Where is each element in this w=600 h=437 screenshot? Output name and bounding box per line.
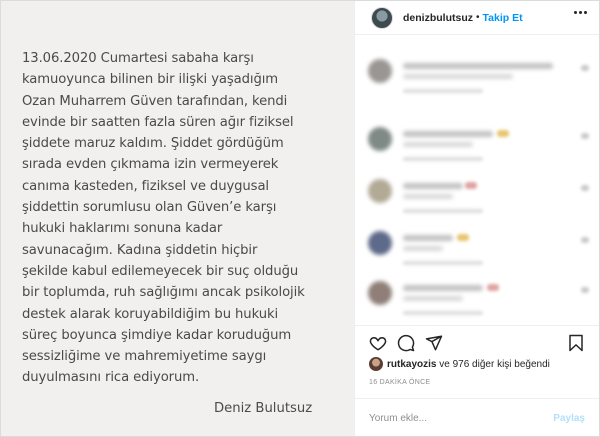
- statement-line: 13.06.2020 Cumartesi sabaha karşı: [22, 51, 254, 66]
- post-image[interactable]: 13.06.2020 Cumartesi sabaha karşı kamuoyu…: [1, 1, 355, 436]
- heart-icon[interactable]: [369, 334, 387, 352]
- post-header: denizbulutsuz • Takip Et: [355, 1, 599, 35]
- comment-item: [365, 57, 591, 101]
- more-horizontal-icon[interactable]: [574, 11, 587, 14]
- statement-line: savunacağım. Kadına şiddetin hiçbir: [22, 242, 258, 258]
- comment-composer: Paylaş: [355, 398, 599, 437]
- comment-heart-icon[interactable]: [581, 185, 589, 191]
- comments-list: [355, 35, 599, 325]
- statement-line: sırada evden çıkmama izin vermeyerek: [22, 157, 279, 173]
- statement-line: evinde bir saatten fazla süren ağır fizi…: [22, 114, 294, 130]
- statement-line: kamuoyunca bilinen bir ilişki yaşadığım: [22, 72, 279, 88]
- share-button[interactable]: Paylaş: [553, 413, 585, 424]
- instagram-post: 13.06.2020 Cumartesi sabaha karşı kamuoyu…: [0, 0, 600, 437]
- comment-input[interactable]: [369, 413, 554, 424]
- comment-item: [365, 229, 591, 273]
- statement-line: şiddettin sorumlusu olan Güven’e karşı: [22, 200, 277, 216]
- likes-summary: rutkayozis ve 976 diğer kişi beğendi: [369, 357, 550, 371]
- comment-icon[interactable]: [397, 334, 415, 352]
- statement-line: duyulmasını rica ediyorum.: [22, 370, 200, 386]
- profile-username[interactable]: denizbulutsuz: [403, 12, 473, 24]
- statement-line: süreç boyunca şimdiye kadar koruduğum: [22, 327, 292, 343]
- statement-line: canıma kasteden, fiziksel ve duygusal: [22, 178, 269, 194]
- liker-avatar[interactable]: [369, 357, 383, 371]
- paper-plane-icon[interactable]: [425, 334, 443, 352]
- likes-text: rutkayozis ve 976 diğer kişi beğendi: [387, 359, 550, 370]
- statement-text: 13.06.2020 Cumartesi sabaha karşı kamuoyu…: [22, 48, 350, 389]
- likes-count-text[interactable]: ve 976 diğer kişi beğendi: [436, 359, 550, 370]
- post-timestamp[interactable]: 16 DAKİKA ÖNCE: [369, 379, 430, 386]
- bookmark-icon[interactable]: [567, 334, 585, 352]
- statement-line: bir toplumda, ruh sağlığımı ancak psikol…: [22, 285, 305, 301]
- statement-signature: Deniz Bulutsuz: [214, 401, 313, 416]
- follow-button[interactable]: Takip Et: [483, 12, 523, 24]
- comment-avatar: [368, 231, 392, 255]
- comment-item: [365, 125, 591, 169]
- statement-line: sessizliğime ve mahremiyetime saygı: [22, 349, 267, 365]
- comment-heart-icon[interactable]: [581, 133, 589, 139]
- comment-item: [365, 177, 591, 221]
- comment-heart-icon[interactable]: [581, 237, 589, 243]
- comment-item: [365, 279, 591, 323]
- statement-line: şiddete maruz kaldım. Şiddet gördüğüm: [22, 136, 284, 152]
- action-bar: [355, 325, 599, 355]
- statement-line: Ozan Muharrem Güven tarafından, kendi: [22, 93, 288, 109]
- statement-line: şekilde kabul edilemeyecek bir suç olduğ…: [22, 263, 299, 279]
- liker-username[interactable]: rutkayozis: [387, 359, 436, 370]
- comment-avatar: [368, 179, 392, 203]
- statement-line: destek alarak koruyabildiğim bu hukuki: [22, 306, 279, 322]
- comment-heart-icon[interactable]: [581, 287, 589, 293]
- comment-avatar: [368, 281, 392, 305]
- comment-avatar: [368, 127, 392, 151]
- profile-avatar[interactable]: [371, 6, 393, 29]
- post-side-panel: denizbulutsuz • Takip Et rutkayozis ve 9…: [355, 1, 599, 436]
- header-separator: •: [476, 12, 480, 23]
- statement-line: hukuki haklarımı sonuna kadar: [22, 221, 223, 237]
- comment-avatar: [368, 59, 392, 83]
- comment-heart-icon[interactable]: [581, 65, 589, 71]
